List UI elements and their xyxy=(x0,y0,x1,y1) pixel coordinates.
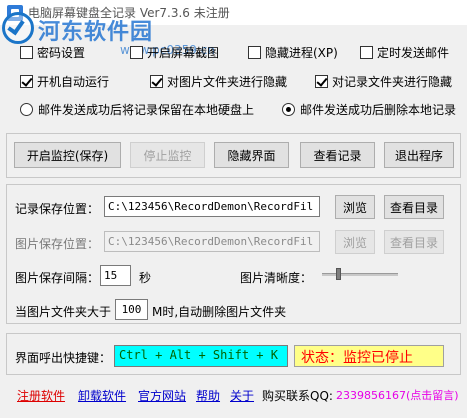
checkbox-label: 定时发送邮件 xyxy=(377,46,450,60)
radio-icon[interactable] xyxy=(282,103,295,116)
interval-label: 图片保存间隔： xyxy=(15,271,100,285)
size-limit-input[interactable]: 100 xyxy=(115,299,148,320)
uninstall-link[interactable]: 卸载软件 xyxy=(78,387,126,404)
main-window: 电脑屏幕键盘全记录 Ver7.3.6 未注册 河东软件园 www.pc0359.… xyxy=(0,0,467,418)
watermark-logo-icon xyxy=(2,12,34,44)
contact-label: 购买联系QQ: xyxy=(262,389,333,403)
radio-label: 邮件发送成功后删除本地记录 xyxy=(300,103,457,117)
checkbox-icon[interactable] xyxy=(20,46,33,59)
record-path-label: 记录保存位置： xyxy=(15,202,100,216)
checkbox-label: 开机自动运行 xyxy=(37,75,110,89)
checkbox-icon[interactable] xyxy=(360,46,373,59)
image-path-input[interactable]: C:\123456\RecordDemon\RecordFil xyxy=(104,231,320,252)
qq-contact-link[interactable]: 2339856167(点击留言) xyxy=(336,387,459,403)
clarity-slider[interactable] xyxy=(322,273,398,276)
keep-records-radio[interactable]: 邮件发送成功后将记录保留在本地硬盘上 xyxy=(20,101,254,118)
hotkey-input[interactable]: Ctrl + Alt + Shift + K xyxy=(114,345,288,367)
radio-label: 邮件发送成功后将记录保留在本地硬盘上 xyxy=(38,103,255,117)
help-link[interactable]: 帮助 xyxy=(196,387,220,404)
clarity-label: 图片清晰度： xyxy=(240,271,313,285)
exit-button[interactable]: 退出程序 xyxy=(384,142,454,168)
checkbox-label: 密码设置 xyxy=(37,46,86,60)
open-record-dir-button[interactable]: 查看目录 xyxy=(384,195,444,219)
size-limit-prefix: 当图片文件夹大于 xyxy=(15,305,112,319)
website-link[interactable]: 官方网站 xyxy=(138,387,186,404)
open-image-dir-button[interactable]: 查看目录 xyxy=(384,230,444,254)
checkbox-label: 开启屏幕截图 xyxy=(147,46,220,60)
hide-ui-button[interactable]: 隐藏界面 xyxy=(214,142,289,168)
interval-input[interactable]: 15 xyxy=(100,265,131,286)
about-link[interactable]: 关于 xyxy=(230,387,254,404)
screen-capture-checkbox[interactable]: 开启屏幕截图 xyxy=(130,44,219,61)
checkbox-icon[interactable] xyxy=(20,75,33,88)
view-records-button[interactable]: 查看记录 xyxy=(300,142,375,168)
image-path-label: 图片保存位置： xyxy=(15,237,100,251)
clarity-slider-thumb[interactable] xyxy=(336,268,342,280)
hide-record-folder-checkbox[interactable]: 对记录文件夹进行隐藏 xyxy=(315,73,452,90)
checkbox-icon[interactable] xyxy=(315,75,328,88)
scheduled-email-checkbox[interactable]: 定时发送邮件 xyxy=(360,44,449,61)
checkbox-icon[interactable] xyxy=(248,46,261,59)
hide-image-folder-checkbox[interactable]: 对图片文件夹进行隐藏 xyxy=(150,73,287,90)
start-monitor-button[interactable]: 开启监控(保存) xyxy=(14,142,121,168)
stop-monitor-button[interactable]: 停止监控 xyxy=(130,142,205,168)
radio-icon[interactable] xyxy=(20,103,33,116)
monitor-status: 状态：监控已停止 xyxy=(294,345,444,367)
browse-record-button[interactable]: 浏览 xyxy=(335,195,375,219)
register-link[interactable]: 注册软件 xyxy=(17,387,65,404)
checkbox-label: 对图片文件夹进行隐藏 xyxy=(167,75,288,89)
record-path-input[interactable]: C:\123456\RecordDemon\RecordFil xyxy=(104,196,320,217)
checkbox-label: 对记录文件夹进行隐藏 xyxy=(332,75,453,89)
checkbox-label: 隐藏进程(XP) xyxy=(265,46,338,60)
autostart-checkbox[interactable]: 开机自动运行 xyxy=(20,73,109,90)
hide-process-checkbox[interactable]: 隐藏进程(XP) xyxy=(248,44,338,61)
delete-records-radio[interactable]: 邮件发送成功后删除本地记录 xyxy=(282,101,456,118)
browse-image-button[interactable]: 浏览 xyxy=(335,230,375,254)
password-setting-checkbox[interactable]: 密码设置 xyxy=(20,44,85,61)
size-limit-suffix: M时,自动删除图片文件夹 xyxy=(152,305,287,319)
watermark-brand: 河东软件园 xyxy=(38,20,154,45)
checkbox-icon[interactable] xyxy=(150,75,163,88)
interval-unit: 秒 xyxy=(139,271,152,285)
checkbox-icon[interactable] xyxy=(130,46,143,59)
hotkey-label: 界面呼出快捷键： xyxy=(15,351,112,365)
